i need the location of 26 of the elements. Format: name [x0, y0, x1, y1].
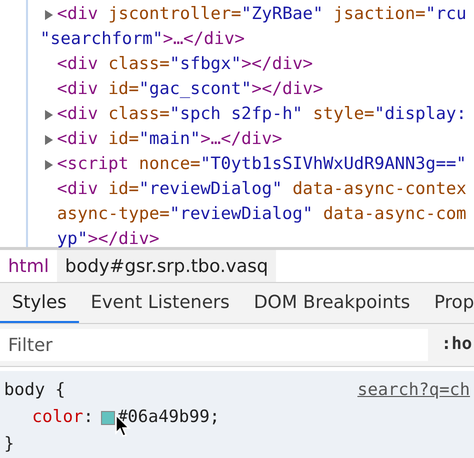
expand-triangle-icon[interactable]: [44, 160, 53, 170]
html-code-line[interactable]: "searchform">…</div>: [40, 27, 245, 52]
html-code-line[interactable]: <div jscontroller="ZyRBae" jsaction="rcu: [57, 2, 466, 27]
css-property[interactable]: color: [32, 404, 84, 431]
panel-tab[interactable]: DOM Breakpoints: [242, 283, 422, 324]
pseudo-state-toggle[interactable]: :ho: [441, 332, 474, 358]
html-code-line[interactable]: <div id="reviewDialog" data-async-contex: [57, 177, 466, 202]
html-code-line[interactable]: <div class="spch s2fp-h" style="display:: [57, 102, 466, 127]
html-code-line[interactable]: yp"></div>: [57, 227, 160, 252]
css-colon: :: [83, 406, 94, 429]
breadcrumb[interactable]: body#gsr.srp.tbo.vasq: [57, 250, 276, 282]
html-code-line[interactable]: <script nonce="T0ytb1sSIVhWxUdR9ANN3g==": [57, 152, 466, 177]
html-code-line[interactable]: <div id="main">…</div>: [57, 127, 282, 152]
panel-tab[interactable]: Prop: [422, 283, 474, 324]
filter-field[interactable]: Filter: [0, 329, 428, 362]
css-closing-brace: }: [4, 434, 14, 454]
source-link[interactable]: search?q=ch: [357, 377, 470, 404]
panel-tab[interactable]: Event Listeners: [78, 283, 242, 324]
expand-triangle-icon[interactable]: [44, 10, 53, 20]
css-selector: body {: [4, 379, 66, 402]
expand-triangle-icon[interactable]: [44, 134, 53, 144]
expand-triangle-icon[interactable]: [44, 110, 53, 120]
color-swatch[interactable]: [101, 410, 116, 424]
html-code-line[interactable]: async-type="reviewDialog" data-async-com: [57, 202, 466, 227]
html-code-line[interactable]: <div id="gac_scont"></div>: [57, 77, 324, 102]
html-code-line[interactable]: <div class="sfbgx"></div>: [57, 52, 313, 77]
